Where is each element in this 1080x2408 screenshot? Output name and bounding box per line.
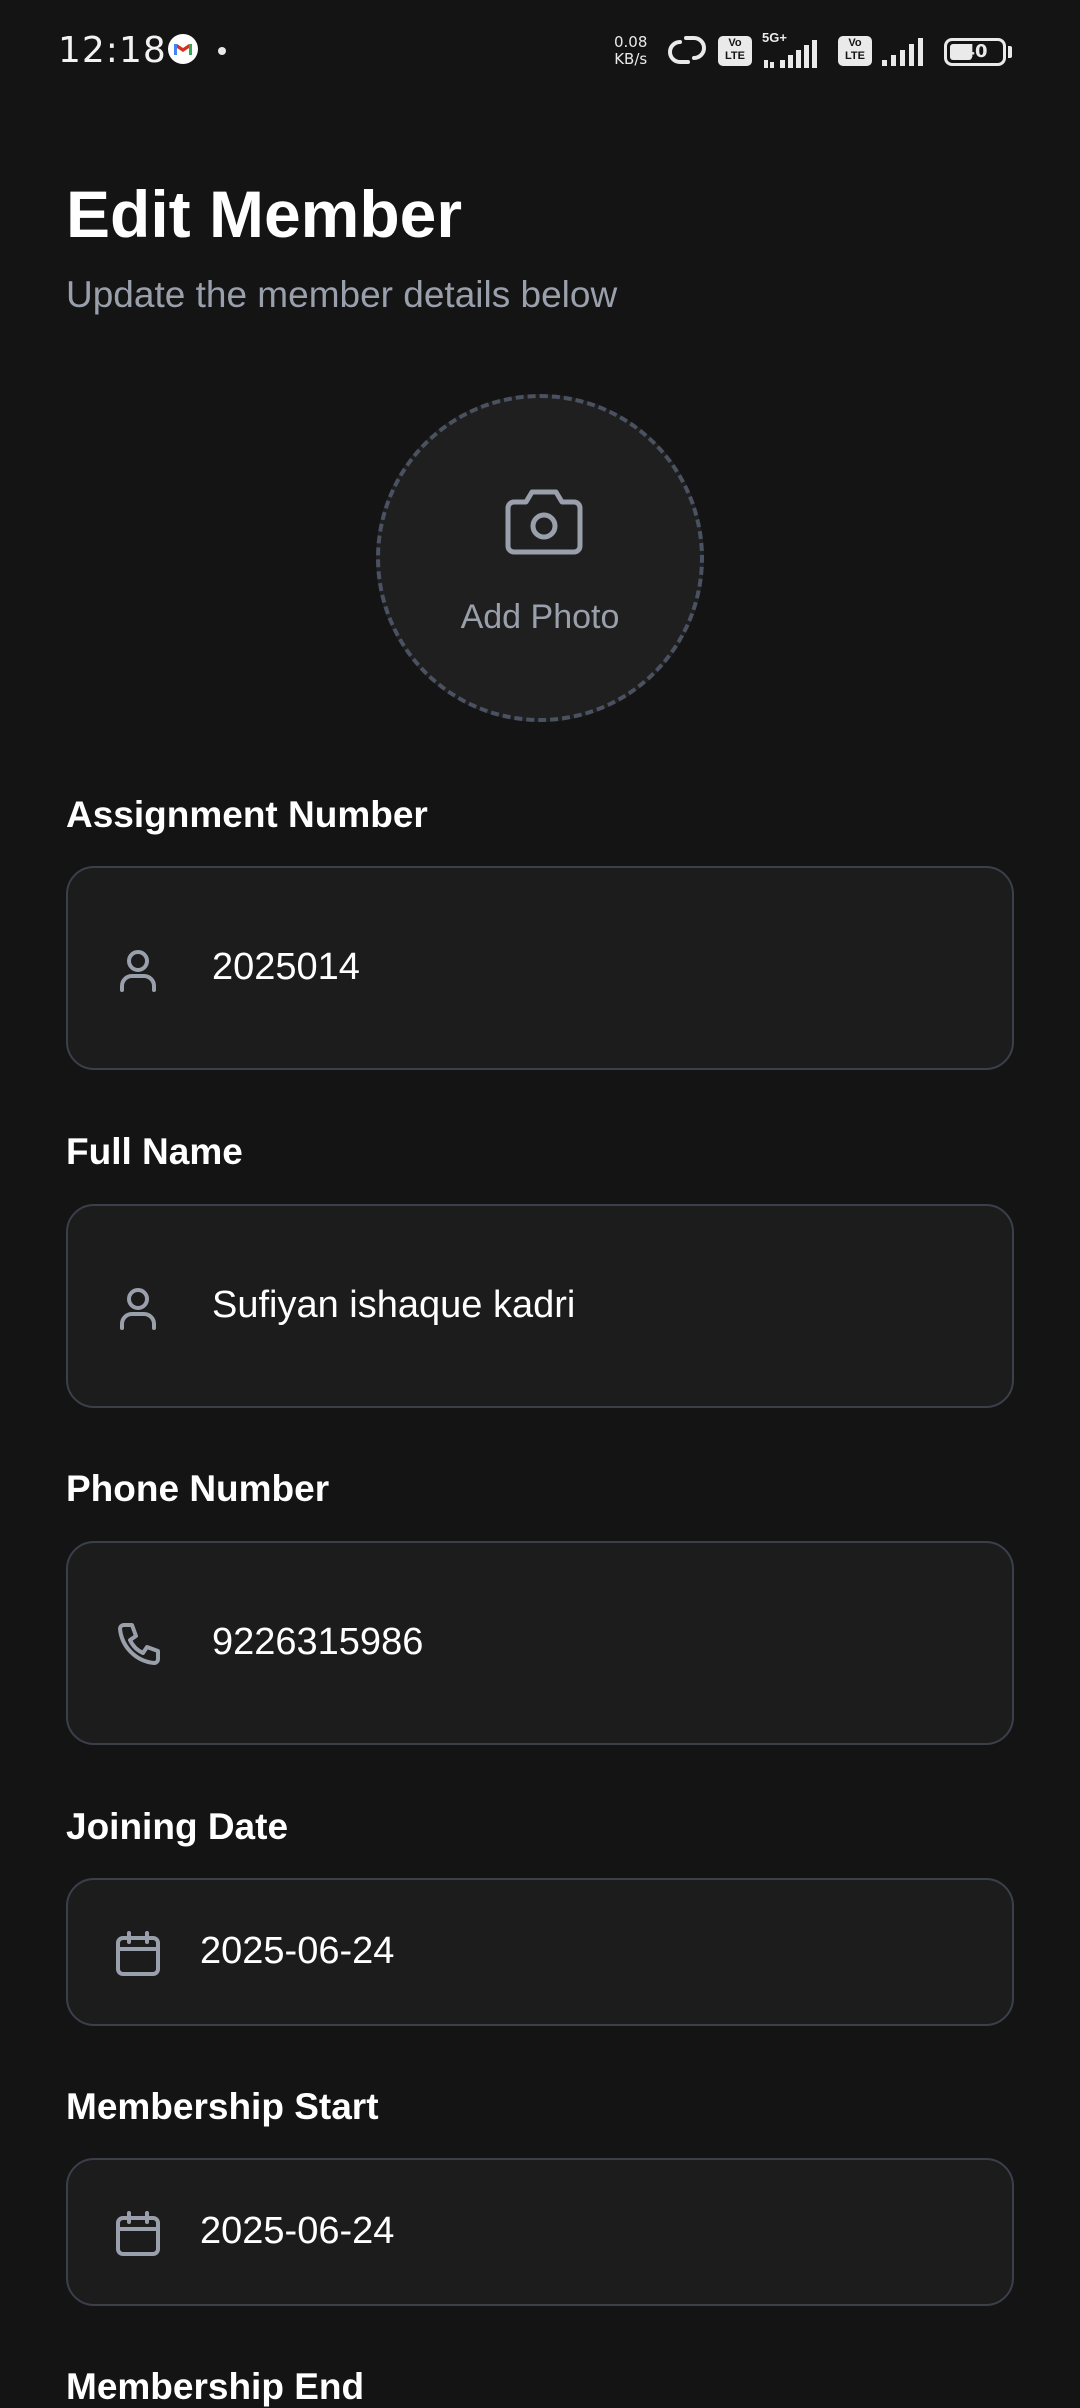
- joining-date-field[interactable]: 2025-06-24: [66, 1878, 1014, 2026]
- network-speed-unit: KB/s: [614, 50, 648, 68]
- phone-number-label: Phone Number: [66, 1468, 330, 1509]
- joining-date-label: Joining Date: [66, 1806, 289, 1847]
- calendar-icon: [116, 2211, 160, 2256]
- calendar-icon: [116, 1931, 160, 1976]
- add-photo-button[interactable]: Add Photo: [376, 394, 704, 722]
- volte-badge-text-sim2: Vo LTE: [845, 37, 865, 62]
- volte-icon-sim2: Vo LTE: [838, 36, 872, 66]
- signal-icon-sim2: [882, 38, 923, 66]
- full-name-value: Sufiyan ishaque kadri: [212, 1284, 576, 1326]
- membership-start-label: Membership Start: [66, 2086, 379, 2127]
- volte-badge-text: Vo LTE: [725, 37, 745, 62]
- camera-icon: [505, 489, 583, 555]
- phone-number-field[interactable]: 9226315986: [66, 1541, 1014, 1745]
- full-name-field[interactable]: Sufiyan ishaque kadri: [66, 1204, 1014, 1408]
- network-speed: 0.08 KB/s: [614, 34, 647, 68]
- user-icon: [120, 950, 156, 992]
- membership-start-value: 2025-06-24: [200, 2210, 395, 2252]
- assignment-number-label: Assignment Number: [66, 794, 428, 835]
- notification-dot: [218, 47, 226, 55]
- phone-icon: [118, 1623, 160, 1665]
- battery-level: 40: [962, 41, 988, 62]
- battery-icon: 40: [944, 38, 1006, 66]
- battery-tip: [1008, 46, 1012, 58]
- joining-date-value: 2025-06-24: [200, 1930, 395, 1972]
- status-bar: 12:18 0.08 KB/s Vo LTE 5G+ Vo LTE 40: [0, 0, 1080, 100]
- status-time: 12:18: [58, 30, 167, 71]
- page-title: Edit Member: [66, 177, 463, 251]
- gmail-icon: [168, 34, 198, 64]
- phone-number-value: 9226315986: [212, 1621, 424, 1663]
- user-icon: [120, 1288, 156, 1330]
- volte-icon: Vo LTE: [718, 36, 752, 66]
- membership-start-field[interactable]: 2025-06-24: [66, 2158, 1014, 2306]
- add-photo-label: Add Photo: [460, 598, 620, 636]
- full-name-label: Full Name: [66, 1131, 243, 1172]
- page-subtitle: Update the member details below: [66, 274, 618, 315]
- membership-end-label: Membership End: [66, 2366, 365, 2407]
- hotspot-link-icon: [668, 36, 706, 64]
- assignment-number-value: 2025014: [212, 946, 360, 988]
- assignment-number-field[interactable]: 2025014: [66, 866, 1014, 1070]
- signal-icon: 5G+: [762, 30, 822, 70]
- network-speed-value: 0.08: [614, 33, 648, 51]
